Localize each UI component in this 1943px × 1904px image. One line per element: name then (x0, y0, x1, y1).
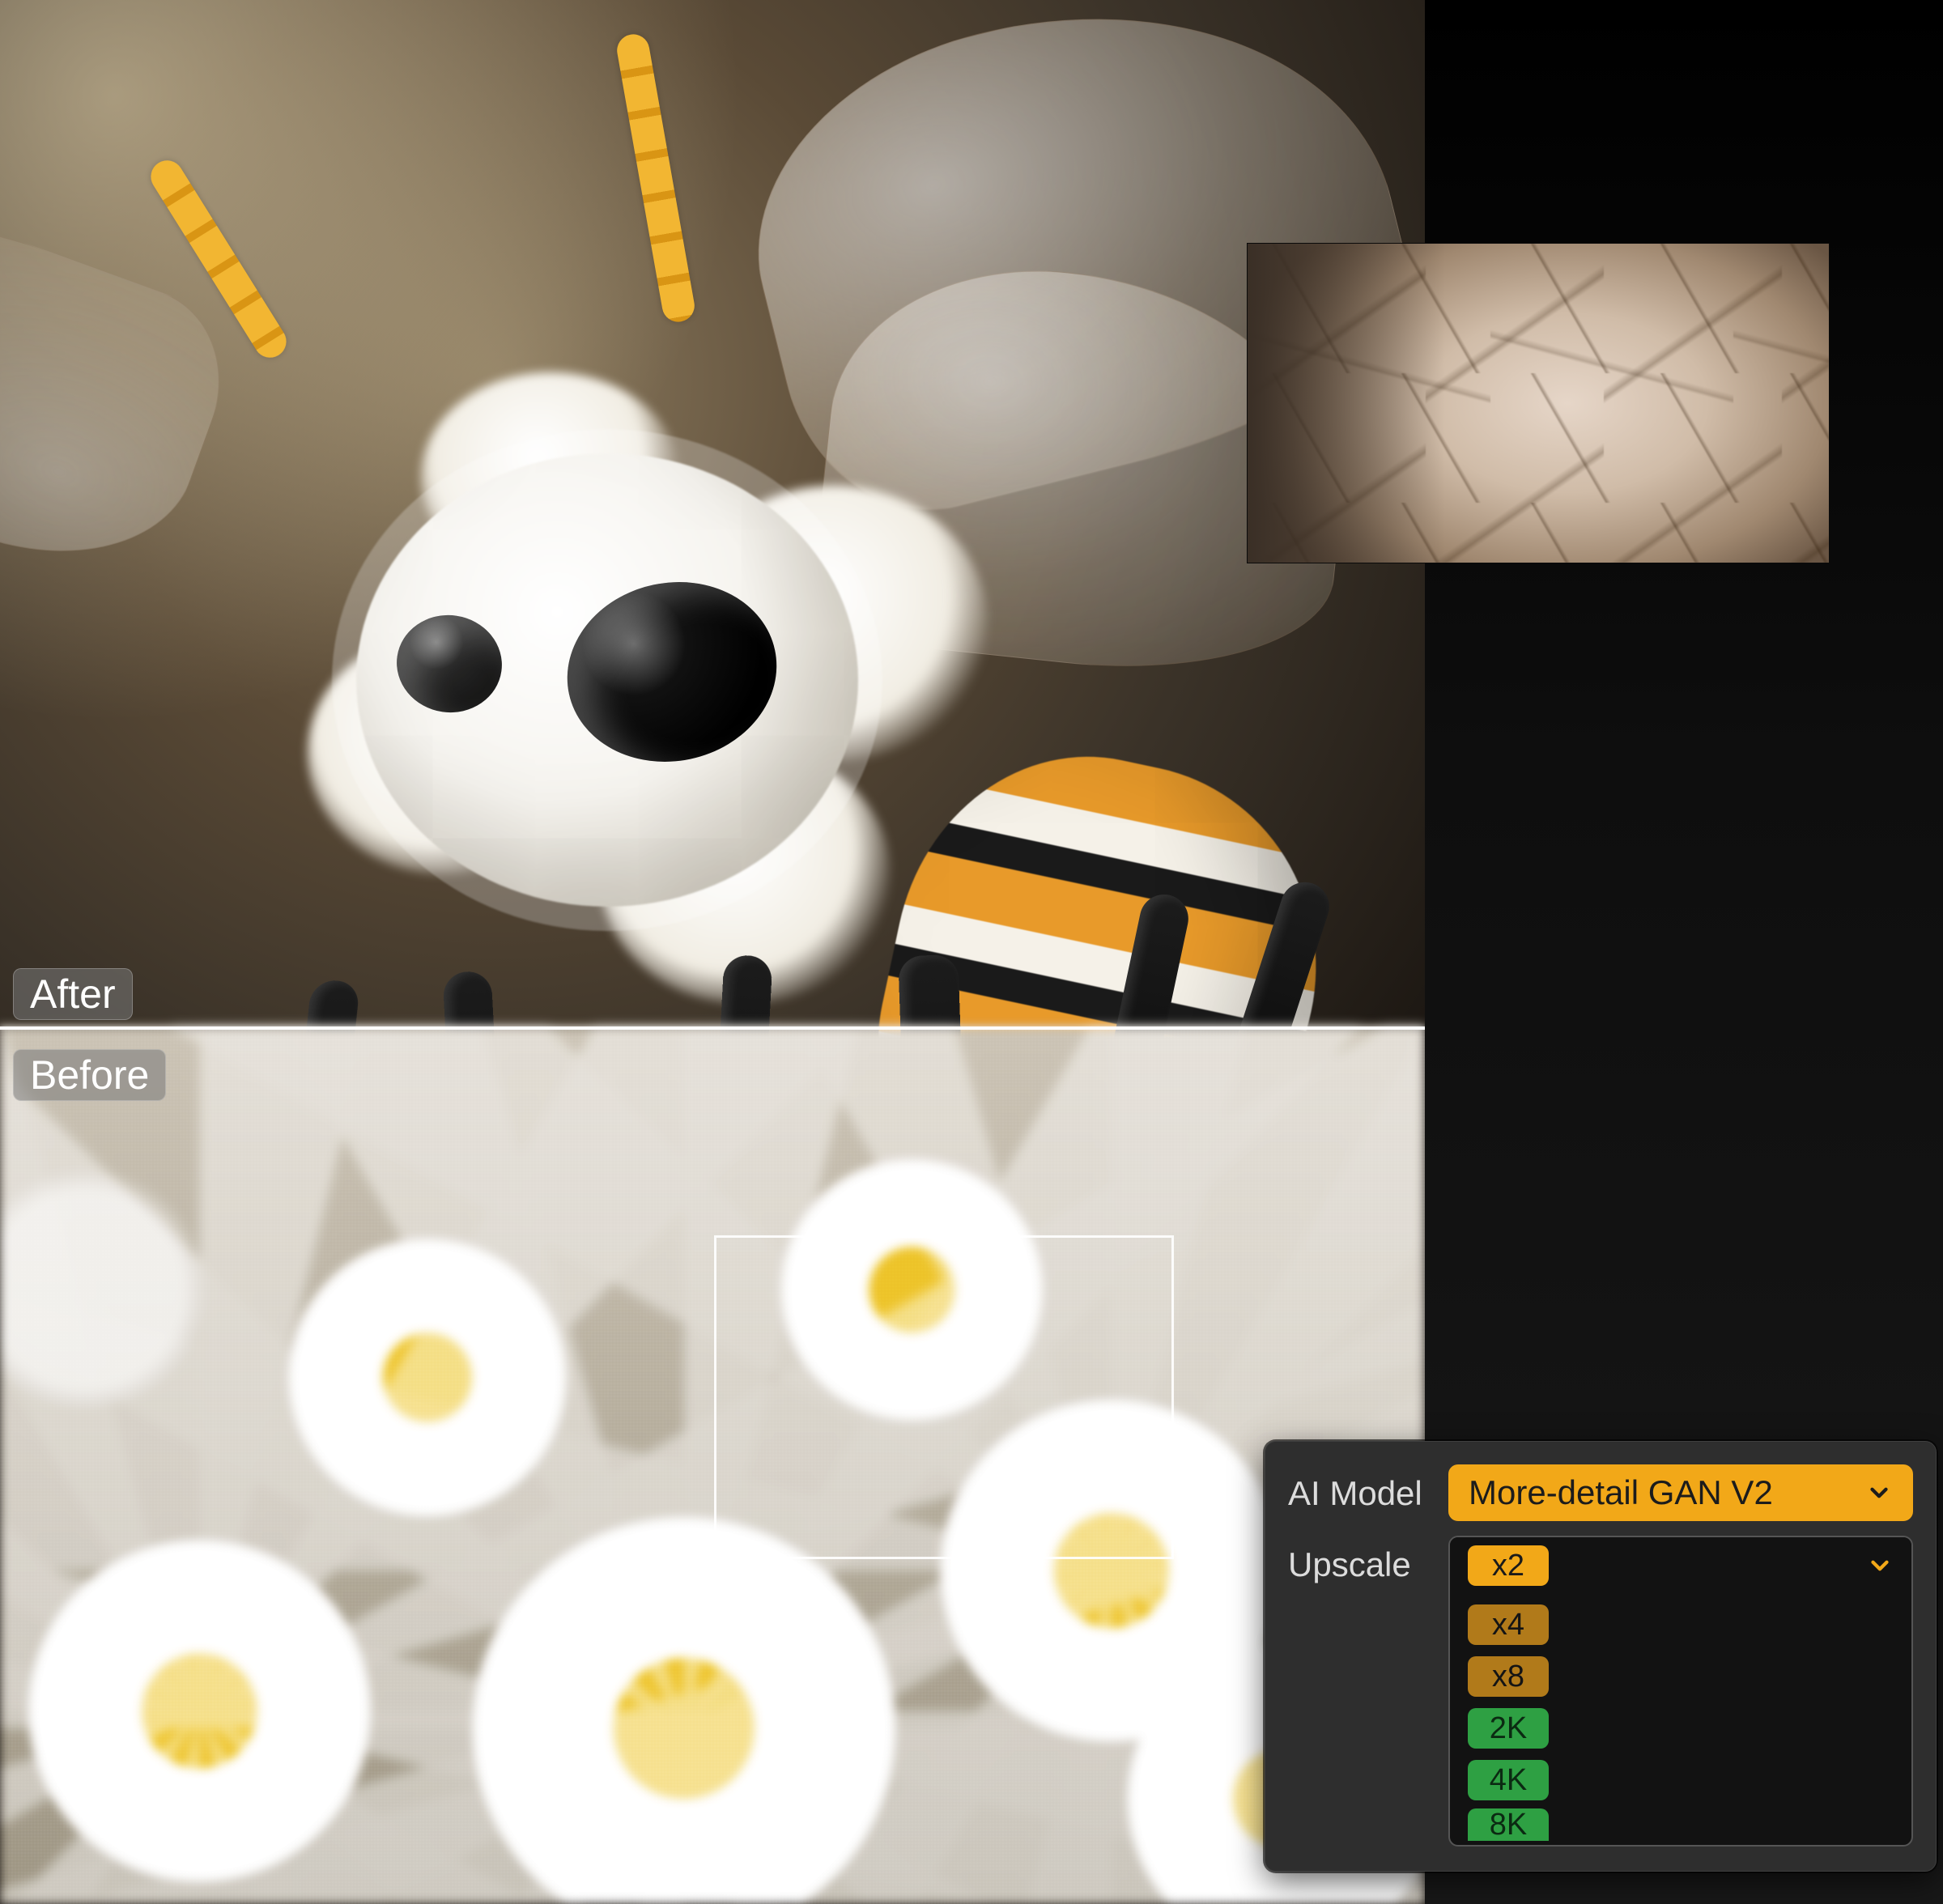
chevron-down-icon (1866, 1552, 1894, 1579)
image-canvas[interactable]: After Before (0, 0, 1425, 1904)
upscale-select-header[interactable]: x2 (1450, 1537, 1911, 1594)
ai-model-label: AI Model (1288, 1464, 1434, 1513)
before-noise-overlay (0, 1026, 1425, 1904)
upscale-selected-chip: x2 (1468, 1545, 1549, 1586)
ai-model-select[interactable]: More-detail GAN V2 (1448, 1464, 1913, 1521)
upscale-option[interactable]: x8 (1468, 1651, 1911, 1702)
ai-model-row: AI Model More-detail GAN V2 (1288, 1464, 1913, 1521)
zoom-selection-rect[interactable] (714, 1235, 1174, 1559)
upscale-label: Upscale (1288, 1536, 1434, 1584)
compare-divider[interactable] (0, 1026, 1425, 1030)
bee-eye-right (551, 563, 793, 780)
upscale-select-open[interactable]: x2 x4 x8 2K 4K 8K (1448, 1536, 1913, 1847)
upscale-option[interactable]: 4K (1468, 1754, 1911, 1806)
upscale-option-chip: x4 (1468, 1604, 1549, 1645)
upscale-option[interactable]: 8K (1468, 1806, 1911, 1843)
upscale-option-chip: 8K (1468, 1808, 1549, 1841)
upscale-option-chip: 4K (1468, 1760, 1549, 1800)
after-badge: After (13, 968, 133, 1020)
chevron-down-icon (1865, 1479, 1893, 1507)
settings-panel: AI Model More-detail GAN V2 Upscale x2 x… (1265, 1441, 1937, 1872)
zoom-detail-preview (1247, 243, 1830, 563)
bee-eye-left (390, 609, 508, 720)
upscale-option[interactable]: 2K (1468, 1702, 1911, 1754)
upscale-options-list: x4 x8 2K 4K 8K (1450, 1594, 1911, 1845)
bee-wing-left (0, 180, 248, 597)
ai-model-selected-value: More-detail GAN V2 (1469, 1473, 1773, 1512)
bee-antenna-right (614, 32, 697, 324)
bee-head (356, 453, 858, 907)
upscale-option-chip: 2K (1468, 1708, 1549, 1749)
upscale-row: Upscale x2 x4 x8 2K 4K (1288, 1536, 1913, 1847)
before-badge: Before (13, 1049, 166, 1101)
upscale-option-chip: x8 (1468, 1656, 1549, 1697)
upscale-option[interactable]: x4 (1468, 1599, 1911, 1651)
